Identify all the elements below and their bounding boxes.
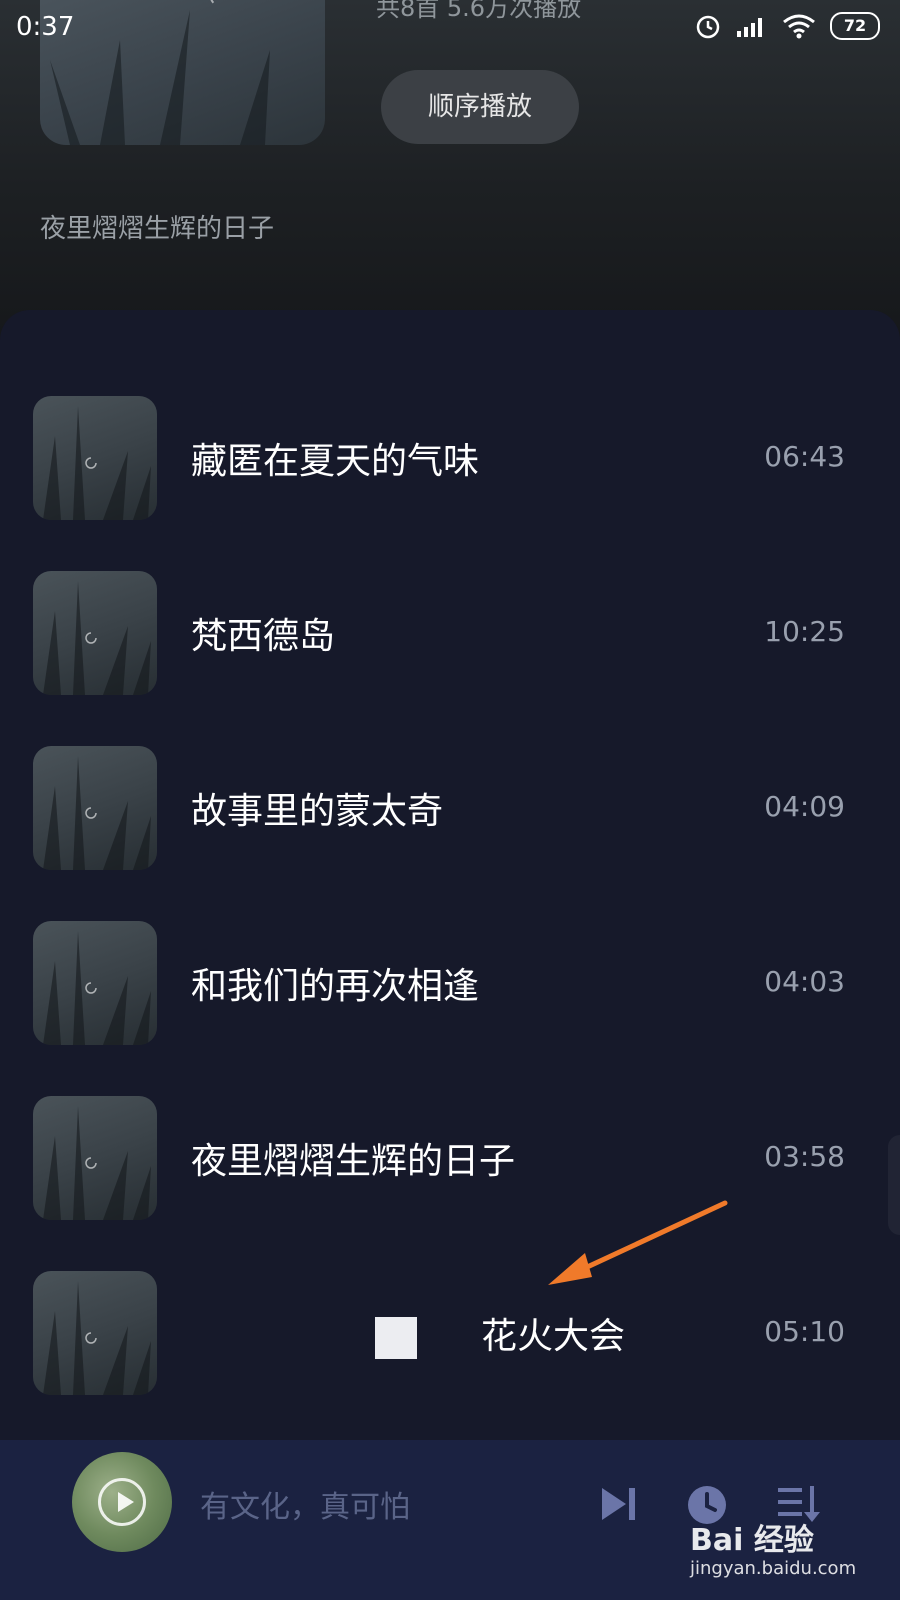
grass-silhouette xyxy=(43,406,151,520)
annotation-arrow xyxy=(548,1200,728,1285)
edge-handle[interactable] xyxy=(888,1135,900,1235)
now-playing-cover[interactable] xyxy=(72,1452,172,1552)
song-title: 花火大会 xyxy=(481,1316,626,1357)
playlist-description: 夜里熠熠生辉的日子 xyxy=(40,214,275,244)
baidu-watermark: Bai 经验 xyxy=(690,1523,814,1558)
now-playing-title[interactable]: 有文化，真可怕 xyxy=(200,1482,410,1526)
play-order-button[interactable]: 顺序播放 xyxy=(381,70,579,144)
playlist-header: 共8首 5.6万次播放 0:37 72 顺序播放 夜里熠熠生辉的日子 xyxy=(0,0,900,340)
redaction-square xyxy=(375,1317,417,1359)
song-cover xyxy=(33,746,157,870)
status-icons: 72 xyxy=(694,12,880,40)
song-row[interactable]: 花火大会 05:10 xyxy=(0,1271,900,1395)
grass-silhouette xyxy=(43,1106,151,1220)
song-duration: 03:58 xyxy=(764,1140,845,1173)
redaction-mask xyxy=(166,1291,481,1377)
signal-icon xyxy=(737,18,762,37)
song-list-sheet: 藏匿在夏天的气味 06:43 梵西德岛 10:25 故事里的蒙太奇 04:09 xyxy=(0,310,900,1445)
watermark-url: jingyan.baidu.com xyxy=(690,1558,857,1579)
song-title: 藏匿在夏天的气味 xyxy=(191,441,480,482)
grass-silhouette xyxy=(43,931,151,1045)
grass-silhouette xyxy=(50,10,270,145)
song-cover xyxy=(33,571,157,695)
song-duration: 04:03 xyxy=(764,965,845,998)
song-row[interactable]: 故事里的蒙太奇 04:09 xyxy=(0,746,900,870)
song-cover xyxy=(33,1096,157,1220)
playlist-cover[interactable] xyxy=(40,0,325,145)
playlist-stats: 共8首 5.6万次播放 xyxy=(376,0,582,22)
song-duration: 10:25 xyxy=(764,615,845,648)
song-row[interactable]: 藏匿在夏天的气味 06:43 xyxy=(0,396,900,520)
song-cover xyxy=(33,921,157,1045)
song-cover xyxy=(33,396,157,520)
grass-silhouette xyxy=(43,581,151,695)
song-title: 故事里的蒙太奇 xyxy=(191,791,444,832)
song-title: 夜里熠熠生辉的日子 xyxy=(191,1141,516,1182)
alarm-icon xyxy=(696,15,720,39)
song-row[interactable]: 梵西德岛 10:25 xyxy=(0,571,900,695)
grass-silhouette xyxy=(43,756,151,870)
wifi-icon xyxy=(783,14,815,39)
song-duration: 05:10 xyxy=(764,1315,845,1348)
song-cover xyxy=(33,1271,157,1395)
song-row[interactable]: 夜里熠熠生辉的日子 03:58 xyxy=(0,1096,900,1220)
song-title: 梵西德岛 xyxy=(191,616,336,657)
status-time: 0:37 xyxy=(16,12,75,42)
battery-icon: 72 xyxy=(830,12,880,40)
song-duration: 06:43 xyxy=(764,440,845,473)
next-icon[interactable] xyxy=(598,1484,640,1524)
grass-silhouette xyxy=(43,1281,151,1395)
song-duration: 04:09 xyxy=(764,790,845,823)
play-icon[interactable] xyxy=(98,1478,146,1526)
song-title: 和我们的再次相逢 xyxy=(191,966,480,1007)
song-row[interactable]: 和我们的再次相逢 04:03 xyxy=(0,921,900,1045)
